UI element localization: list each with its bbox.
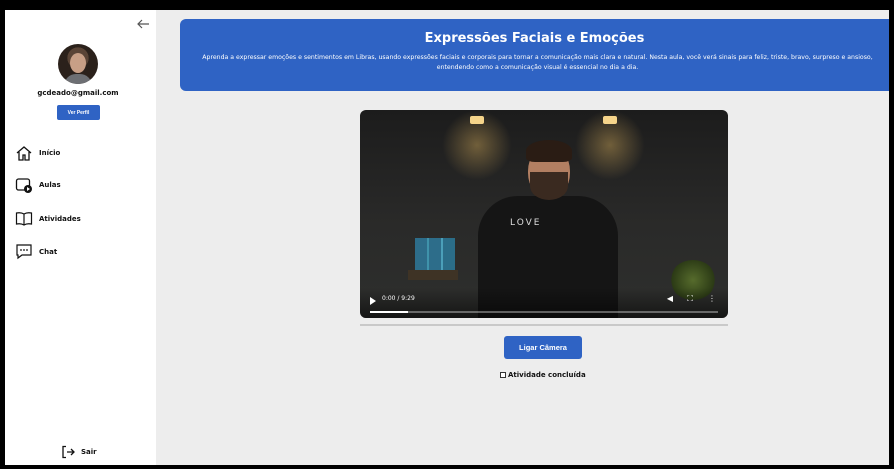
sidebar-item-aulas[interactable]: Aulas bbox=[15, 175, 61, 195]
turn-on-camera-button[interactable]: Ligar Câmera bbox=[504, 336, 582, 359]
collapse-sidebar-button[interactable] bbox=[135, 16, 151, 32]
logout-button[interactable]: Sair bbox=[61, 444, 97, 460]
shelf bbox=[408, 270, 458, 280]
lamp bbox=[603, 116, 617, 124]
book-icon bbox=[15, 210, 33, 228]
volume-icon[interactable]: ◀ bbox=[665, 294, 675, 304]
logout-icon bbox=[62, 445, 75, 459]
arrow-left-icon bbox=[137, 19, 149, 29]
logout-label: Sair bbox=[81, 448, 97, 456]
sidebar-item-label: Chat bbox=[39, 248, 58, 256]
lesson-description: Aprenda a expressar emoções e sentimento… bbox=[202, 54, 873, 71]
more-options-icon[interactable]: ⋮ bbox=[707, 294, 717, 304]
lesson-header: Expressões Faciais e Emoções Aprenda a e… bbox=[180, 19, 889, 91]
avatar bbox=[58, 44, 98, 84]
lamp bbox=[470, 116, 484, 124]
video-progress-fill bbox=[370, 311, 409, 313]
sidebar-item-label: Atividades bbox=[39, 215, 81, 223]
presenter-hair bbox=[526, 140, 572, 162]
sidebar-item-chat[interactable]: Chat bbox=[15, 242, 57, 262]
sidebar: gcdeado@gmail.com Ver Perfil Início Aula… bbox=[5, 10, 156, 465]
activity-completed-checkbox[interactable]: Atividade concluída bbox=[500, 371, 586, 379]
chat-icon bbox=[15, 243, 33, 261]
video-controls: 0:00 / 9:29 ◀ ⛶ ⋮ bbox=[360, 288, 728, 318]
page-title: Expressões Faciais e Emoções bbox=[424, 31, 645, 46]
shirt-print: LOVE bbox=[510, 218, 542, 228]
app-frame: gcdeado@gmail.com Ver Perfil Início Aula… bbox=[5, 10, 889, 465]
play-icon[interactable] bbox=[370, 297, 376, 305]
books bbox=[415, 238, 455, 271]
video-lesson-icon bbox=[15, 176, 33, 194]
sidebar-item-label: Início bbox=[39, 149, 61, 157]
video-player[interactable]: LOVE 0:00 / 9:29 ◀ ⛶ ⋮ bbox=[360, 110, 728, 318]
view-profile-button[interactable]: Ver Perfil bbox=[57, 105, 100, 120]
fullscreen-icon[interactable]: ⛶ bbox=[685, 294, 695, 304]
sidebar-item-label: Aulas bbox=[39, 181, 61, 189]
checkbox-box[interactable] bbox=[500, 372, 506, 378]
home-icon bbox=[15, 144, 33, 162]
sidebar-item-atividades[interactable]: Atividades bbox=[15, 209, 81, 229]
video-time: 0:00 / 9:29 bbox=[382, 295, 415, 302]
sidebar-item-inicio[interactable]: Início bbox=[15, 143, 60, 163]
user-email: gcdeado@gmail.com bbox=[37, 89, 119, 97]
presenter-beard bbox=[530, 172, 568, 200]
activity-completed-label: Atividade concluída bbox=[508, 371, 586, 379]
video-divider bbox=[360, 324, 728, 326]
video-progress-bar[interactable] bbox=[370, 311, 718, 313]
